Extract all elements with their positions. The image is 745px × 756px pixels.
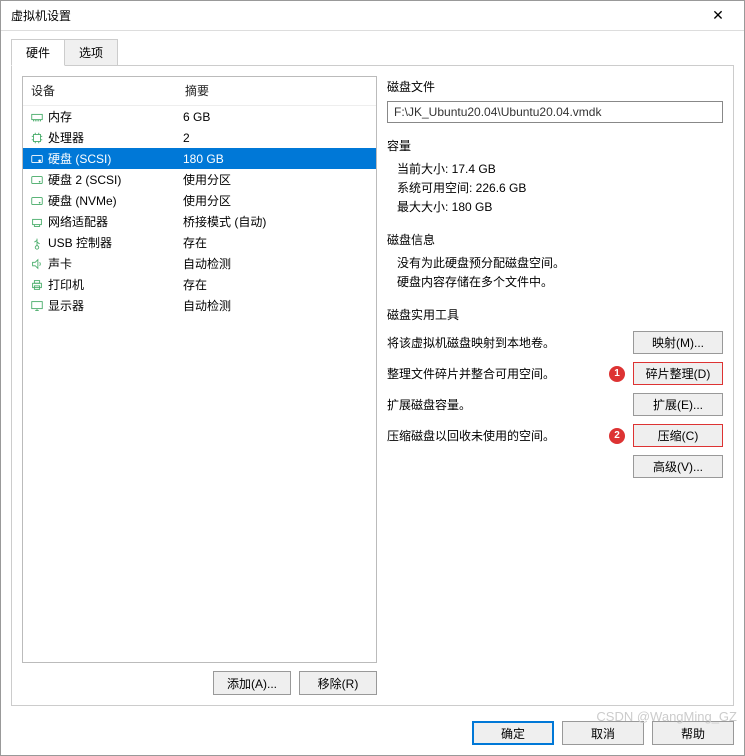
device-summary: 使用分区 [183,192,370,209]
free-space: 系统可用空间: 226.6 GB [397,179,723,196]
device-list-header: 设备 摘要 [23,77,376,106]
network-icon [29,214,44,229]
col-header-device: 设备 [31,82,185,99]
disk-icon [29,151,44,166]
defrag-row: 整理文件碎片并整合可用空间。 1 碎片整理(D) [387,362,723,385]
right-column: 磁盘文件 F:\JK_Ubuntu20.04\Ubuntu20.04.vmdk … [387,76,723,695]
device-name: 硬盘 2 (SCSI) [48,171,121,188]
device-name: 内存 [48,108,72,125]
left-column: 设备 摘要 内存 6 GB 处理器 2 硬盘 (SCSI) 180 GB 硬盘 2 (SCS… [22,76,377,695]
cpu-icon [29,130,44,145]
disk-file-group: 磁盘文件 F:\JK_Ubuntu20.04\Ubuntu20.04.vmdk [387,78,723,123]
ok-button[interactable]: 确定 [472,721,554,745]
disk-icon [29,172,44,187]
display-icon [29,298,44,313]
device-row[interactable]: USB 控制器 存在 [23,232,376,253]
device-summary: 桥接模式 (自动) [183,213,370,230]
device-row[interactable]: 硬盘 (SCSI) 180 GB [23,148,376,169]
device-name: 硬盘 (SCSI) [48,150,111,167]
capacity-title: 容量 [387,137,723,154]
device-row[interactable]: 网络适配器 桥接模式 (自动) [23,211,376,232]
defrag-desc: 整理文件碎片并整合可用空间。 [387,365,555,382]
marker-2: 2 [609,428,625,444]
device-summary: 180 GB [183,152,370,166]
add-button[interactable]: 添加(A)... [213,671,291,695]
dialog-footer: 确定 取消 帮助 [1,712,744,755]
device-name: 处理器 [48,129,84,146]
device-summary: 使用分区 [183,171,370,188]
advanced-row: 高级(V)... [387,455,723,478]
expand-desc: 扩展磁盘容量。 [387,396,471,413]
vm-settings-window: 虚拟机设置 ✕ 硬件 选项 设备 摘要 内存 6 GB 处理器 2 硬盘 (SCSI) 1… [0,0,745,756]
device-name: 声卡 [48,255,72,272]
disk-tools-group: 磁盘实用工具 将该虚拟机磁盘映射到本地卷。 映射(M)... 整理文件碎片并整合… [387,306,723,478]
disk-file-title: 磁盘文件 [387,78,723,95]
device-name: 网络适配器 [48,213,108,230]
max-size: 最大大小: 180 GB [397,198,723,215]
compact-button[interactable]: 压缩(C) [633,424,723,447]
sound-icon [29,256,44,271]
close-button[interactable]: ✕ [698,2,738,30]
device-row[interactable]: 硬盘 2 (SCSI) 使用分区 [23,169,376,190]
printer-icon [29,277,44,292]
close-icon: ✕ [712,7,724,24]
marker-1: 1 [609,366,625,382]
compact-desc: 压缩磁盘以回收未使用的空间。 [387,427,555,444]
device-row[interactable]: 显示器 自动检测 [23,295,376,316]
device-row[interactable]: 处理器 2 [23,127,376,148]
device-row[interactable]: 硬盘 (NVMe) 使用分区 [23,190,376,211]
cancel-button[interactable]: 取消 [562,721,644,745]
map-button[interactable]: 映射(M)... [633,331,723,354]
device-list-buttons: 添加(A)... 移除(R) [22,671,377,695]
disk-info-group: 磁盘信息 没有为此硬盘预分配磁盘空间。 硬盘内容存储在多个文件中。 [387,231,723,292]
device-row[interactable]: 打印机 存在 [23,274,376,295]
compact-row: 压缩磁盘以回收未使用的空间。 2 压缩(C) [387,424,723,447]
map-desc: 将该虚拟机磁盘映射到本地卷。 [387,334,555,351]
device-summary: 6 GB [183,110,370,124]
device-summary: 自动检测 [183,297,370,314]
tab-bar: 硬件 选项 [11,39,734,66]
current-size: 当前大小: 17.4 GB [397,160,723,177]
device-name: 显示器 [48,297,84,314]
tab-hardware-panel: 设备 摘要 内存 6 GB 处理器 2 硬盘 (SCSI) 180 GB 硬盘 2 (SCS… [11,66,734,706]
device-name: 打印机 [48,276,84,293]
device-row[interactable]: 内存 6 GB [23,106,376,127]
tab-options[interactable]: 选项 [64,39,118,65]
window-title: 虚拟机设置 [11,7,71,24]
usb-icon [29,235,44,250]
memory-icon [29,109,44,124]
help-button[interactable]: 帮助 [652,721,734,745]
capacity-group: 容量 当前大小: 17.4 GB 系统可用空间: 226.6 GB 最大大小: … [387,137,723,217]
device-summary: 存在 [183,234,370,251]
content: 硬件 选项 设备 摘要 内存6 GB处理器2硬盘 (SCSI)180 GB硬盘 … [1,31,744,712]
disk-info-title: 磁盘信息 [387,231,723,248]
disk-tools-title: 磁盘实用工具 [387,306,723,323]
defrag-button[interactable]: 碎片整理(D) [633,362,723,385]
titlebar: 虚拟机设置 ✕ [1,1,744,31]
map-row: 将该虚拟机磁盘映射到本地卷。 映射(M)... [387,331,723,354]
col-header-summary: 摘要 [185,82,368,99]
disk-info-line1: 没有为此硬盘预分配磁盘空间。 [397,254,723,271]
device-row[interactable]: 声卡 自动检测 [23,253,376,274]
disk-icon [29,193,44,208]
tab-hardware[interactable]: 硬件 [11,39,65,66]
disk-file-path[interactable]: F:\JK_Ubuntu20.04\Ubuntu20.04.vmdk [387,101,723,123]
device-summary: 存在 [183,276,370,293]
advanced-button[interactable]: 高级(V)... [633,455,723,478]
device-name: 硬盘 (NVMe) [48,192,117,209]
expand-button[interactable]: 扩展(E)... [633,393,723,416]
device-name: USB 控制器 [48,234,112,251]
disk-info-line2: 硬盘内容存储在多个文件中。 [397,273,723,290]
device-list[interactable]: 设备 摘要 内存 6 GB 处理器 2 硬盘 (SCSI) 180 GB 硬盘 2 (SCS… [22,76,377,663]
remove-button[interactable]: 移除(R) [299,671,377,695]
device-summary: 自动检测 [183,255,370,272]
expand-row: 扩展磁盘容量。 扩展(E)... [387,393,723,416]
device-summary: 2 [183,131,370,145]
